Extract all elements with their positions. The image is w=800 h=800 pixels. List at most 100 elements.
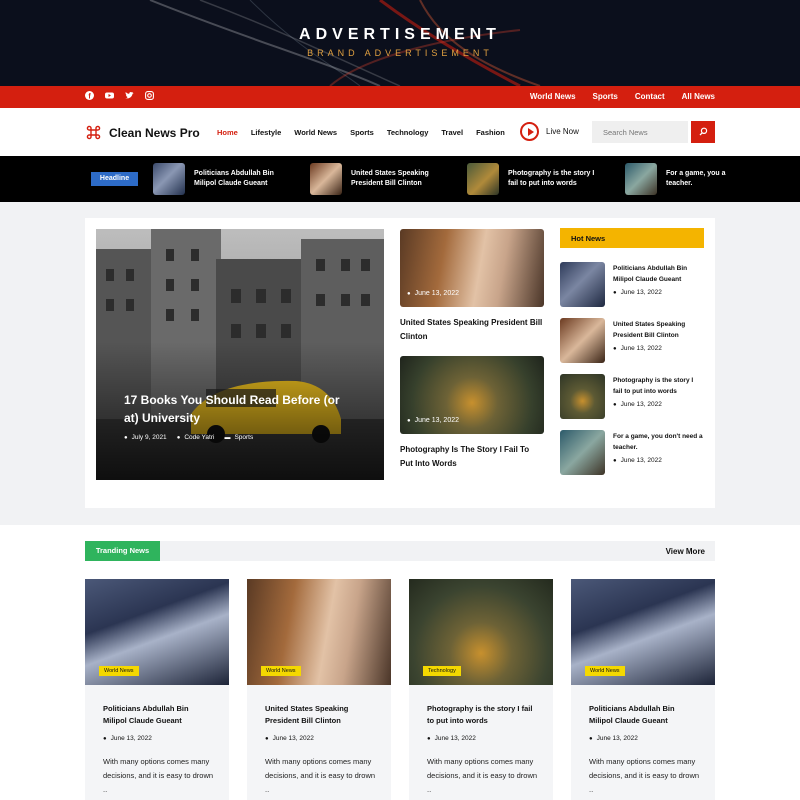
search-button[interactable]	[691, 121, 715, 143]
hot-news-item[interactable]: Photography is the story I fail to put i…	[560, 374, 703, 419]
hot-news-thumbnail	[560, 430, 605, 475]
category-tag[interactable]: World News	[261, 666, 301, 676]
social-links: f	[85, 91, 154, 101]
trending-card[interactable]: World News Politicians Abdullah Bin Mili…	[85, 579, 229, 800]
headline-title: For a game, you a teacher.	[666, 170, 726, 187]
featured-card-title[interactable]: United States Speaking President Bill Cl…	[400, 316, 544, 344]
instagram-icon[interactable]	[145, 91, 154, 100]
trending-card-title[interactable]: Politicians Abdullah Bin Milipol Claude …	[103, 703, 213, 727]
toplink-all-news[interactable]: All News	[682, 92, 715, 101]
clock-icon: ●	[613, 402, 617, 408]
trending-card[interactable]: Technology Photography is the story I fa…	[409, 579, 553, 800]
main-nav: Home Lifestyle World News Sports Technol…	[217, 128, 518, 137]
featured-main-author-text: Code Yatri	[184, 434, 215, 441]
youtube-icon[interactable]	[105, 91, 114, 100]
trending-card-date: ● June 13, 2022	[265, 735, 314, 742]
trending-card-date: ● June 13, 2022	[103, 735, 152, 742]
site-logo[interactable]: Clean News Pro	[86, 125, 200, 140]
folder-icon: ▬	[224, 435, 231, 441]
headline-thumbnail	[467, 163, 499, 195]
facebook-icon[interactable]: f	[85, 91, 94, 101]
category-tag[interactable]: World News	[99, 666, 139, 676]
trending-card-excerpt: With many options comes many decisions, …	[265, 757, 376, 794]
live-now-button[interactable]: Live Now	[520, 122, 579, 141]
headline-thumbnail	[310, 163, 342, 195]
trending-card-date: ● June 13, 2022	[589, 735, 638, 742]
headline-item[interactable]: United States Speaking President Bill Cl…	[310, 163, 446, 195]
live-now-label: Live Now	[546, 127, 579, 136]
toplink-sports[interactable]: Sports	[593, 92, 618, 101]
featured-card[interactable]: ● June 13, 2022 United States Speaking Pr…	[400, 229, 544, 344]
hot-news-date: ● June 13, 2022	[613, 289, 703, 296]
headline-title: Photography is the story I fail to put i…	[508, 170, 595, 187]
headline-badge: Headline	[91, 172, 138, 186]
nav-item-sports[interactable]: Sports	[350, 128, 374, 137]
featured-card[interactable]: ● June 13, 2022 Photography Is The Story …	[400, 356, 544, 471]
street-photo	[96, 229, 384, 480]
trending-card[interactable]: World News United States Speaking Presid…	[247, 579, 391, 800]
category-tag[interactable]: Technology	[423, 666, 461, 676]
headline-item[interactable]: Photography is the story I fail to put i…	[467, 163, 603, 195]
featured-card-title[interactable]: Photography Is The Story I Fail To Put I…	[400, 443, 544, 471]
hot-news-date-text: June 13, 2022	[620, 457, 662, 464]
featured-main-article[interactable]	[96, 229, 384, 480]
main-header: Clean News Pro Home Lifestyle World News…	[0, 108, 800, 156]
trending-card-title[interactable]: United States Speaking President Bill Cl…	[265, 703, 375, 727]
featured-main-title[interactable]: 17 Books You Should Read Before (or at) …	[124, 391, 354, 427]
command-icon	[86, 125, 101, 140]
clock-icon: ●	[427, 736, 431, 742]
user-icon: ●	[176, 435, 181, 441]
clock-icon: ●	[613, 346, 617, 352]
trending-card-title[interactable]: Photography is the story I fail to put i…	[427, 703, 537, 727]
nav-item-lifestyle[interactable]: Lifestyle	[251, 128, 281, 137]
trending-card[interactable]: World News Politicians Abdullah Bin Mili…	[571, 579, 715, 800]
headline-item[interactable]: Politicians Abdullah Bin Milipol Claude …	[153, 163, 289, 195]
trending-card-title[interactable]: Politicians Abdullah Bin Milipol Claude …	[589, 703, 699, 727]
trending-card-excerpt: With many options comes many decisions, …	[427, 757, 538, 794]
hot-news-thumbnail	[560, 318, 605, 363]
hot-news-date-text: June 13, 2022	[620, 289, 662, 296]
trending-card-date-text: June 13, 2022	[272, 735, 314, 742]
featured-main-category[interactable]: ▬ Sports	[224, 434, 253, 441]
logo-text: Clean News Pro	[109, 125, 200, 140]
hot-news-date: ● June 13, 2022	[613, 401, 703, 408]
nav-item-home[interactable]: Home	[217, 128, 238, 137]
clock-icon: ●	[613, 290, 617, 296]
hot-news-item[interactable]: Politicians Abdullah Bin Milipol Claude …	[560, 262, 703, 307]
featured-card-date: ● June 13, 2022	[407, 290, 459, 297]
featured-card-image: ● June 13, 2022	[400, 356, 544, 434]
clock-icon: ●	[265, 736, 269, 742]
top-links: World News Sports Contact All News	[530, 92, 715, 101]
hot-news-item[interactable]: For a game, you don't need a teacher. ● J…	[560, 430, 703, 475]
trending-card-date: ● June 13, 2022	[427, 735, 476, 742]
toplink-contact[interactable]: Contact	[635, 92, 665, 101]
nav-item-fashion[interactable]: Fashion	[476, 128, 505, 137]
clock-icon: ●	[589, 736, 593, 742]
toplink-world-news[interactable]: World News	[530, 92, 576, 101]
twitter-icon[interactable]	[125, 91, 134, 100]
hot-news-header: Hot News	[560, 228, 704, 248]
featured-main-author[interactable]: ● Code Yatri	[177, 434, 215, 441]
hot-news-title: Politicians Abdullah Bin Milipol Claude …	[613, 265, 688, 283]
headline-title: Politicians Abdullah Bin Milipol Claude …	[194, 170, 274, 187]
headline-thumbnail	[625, 163, 657, 195]
advertisement-banner[interactable]: ADVERTISEMENT BRAND ADVERTISEMENT	[0, 0, 800, 86]
ad-title: ADVERTISEMENT	[299, 26, 501, 43]
search-input[interactable]	[592, 121, 688, 143]
hot-news-thumbnail	[560, 262, 605, 307]
clock-icon: ●	[103, 736, 107, 742]
nav-item-travel[interactable]: Travel	[441, 128, 463, 137]
view-more-link[interactable]: View More	[666, 547, 705, 556]
clock-icon: ●	[613, 458, 617, 464]
featured-main-meta: ● July 9, 2021 ● Code Yatri ▬ Sports	[124, 434, 253, 441]
hot-news-item[interactable]: United States Speaking President Bill Cl…	[560, 318, 703, 363]
headline-item[interactable]: For a game, you a teacher.	[625, 163, 726, 195]
hot-news-date: ● June 13, 2022	[613, 457, 703, 464]
nav-item-technology[interactable]: Technology	[387, 128, 429, 137]
featured-main-date-text: July 9, 2021	[131, 434, 167, 441]
category-tag[interactable]: World News	[585, 666, 625, 676]
nav-item-world-news[interactable]: World News	[294, 128, 337, 137]
hot-news-date: ● June 13, 2022	[613, 345, 703, 352]
trending-card-excerpt: With many options comes many decisions, …	[103, 757, 214, 794]
headline-title: United States Speaking President Bill Cl…	[351, 170, 429, 187]
